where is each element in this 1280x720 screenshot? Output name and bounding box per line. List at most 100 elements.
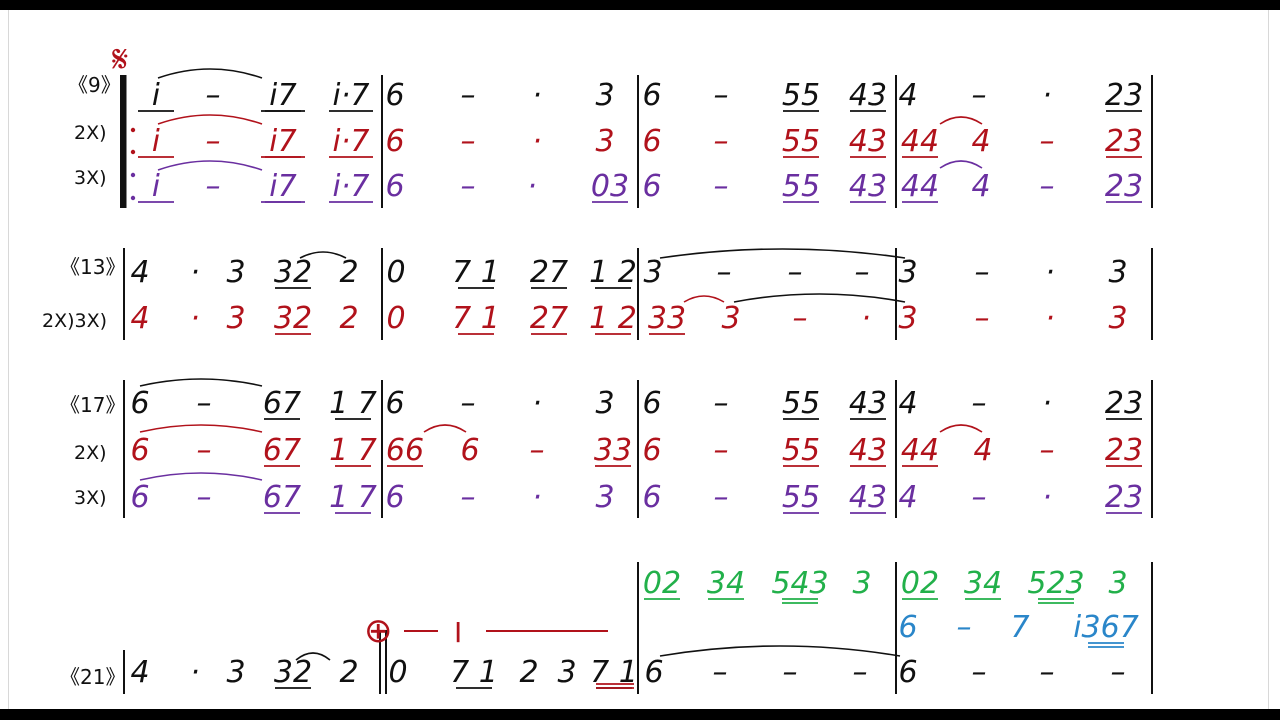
repeat-dot [130,172,136,178]
jianpu-note: 43 [849,433,887,468]
jianpu-note: – [714,169,729,204]
jianpu-note: 6 [644,655,663,690]
jianpu-note: 44 [901,169,939,204]
jianpu-note: 1 7 [329,386,377,421]
tie-slur [939,116,983,125]
jianpu-note: 2 [339,301,358,336]
jianpu-note: – [714,124,729,159]
tie-slur [733,293,906,303]
jianpu-note: – [972,480,987,515]
repeat-label: 3X) [74,487,107,509]
jianpu-note: 43 [849,124,887,159]
jianpu-note: 6 [130,433,149,468]
tie-slur [939,160,983,169]
jianpu-note: 6 [385,480,404,515]
jianpu-note: – [714,78,729,113]
jianpu-note: 02 [901,566,939,601]
jianpu-note: – [972,386,987,421]
score-canvas: 《9》 i̇ – i̇7 i̇·7 6– · 3 6–55 43 4– · 232X) i̇ – i̇7 i̇·… [42,37,1153,694]
jianpu-note: 1 7 [329,480,377,515]
jianpu-note: – [783,655,798,690]
jianpu-note: i̇·7 [333,78,370,113]
jianpu-note: 4 [130,655,149,690]
system-sys17: 《17》 6–67 1 7 6– · 3 6–55 43 4– · 232X) 6–67 1 7 66 6–… [60,386,1143,515]
jianpu-note: 33 [594,433,632,468]
system-sys13: 《13》 4 · 3 32 2 0 7 1 27 1 2 3– – –3– · 32X)3X) 4 · 3 32 2 0… [42,255,1128,336]
jianpu-note: 44 [901,433,939,468]
jianpu-note: 55 [782,386,820,421]
jianpu-note: 34 [707,566,745,601]
jianpu-note: 1 7 [329,433,377,468]
jianpu-note: 3 [898,255,917,290]
jianpu-note: i̇7 [269,78,296,113]
repeat-label: 2X)3X) [42,310,107,332]
jianpu-note: 6 [898,610,917,645]
jianpu-note: 27 [530,255,568,290]
score-page: 《9》 i̇ – i̇7 i̇·7 6– · 3 6–55 43 4– · 23 2X) i̇ – i̇7 i̇·… [0,10,1280,709]
jianpu-note: 67 [263,480,301,515]
jianpu-note: 32 [274,255,312,290]
tie-slur [139,472,263,481]
jianpu-note: – [975,255,990,290]
jianpu-note: 4 [898,78,917,113]
jianpu-note: – [1040,124,1055,159]
measure-number: 《17》 [60,393,125,417]
jianpu-note: i̇·7 [333,124,370,159]
jianpu-note: 0 [386,255,405,290]
jianpu-note: 23 [1105,124,1143,159]
jianpu-note: 2 [339,255,358,290]
jianpu-note: i̇ [152,78,161,113]
jianpu-note: · [527,169,537,204]
jianpu-note: · [190,655,200,690]
jianpu-note: · [532,386,542,421]
jianpu-note: – [975,301,990,336]
volta-roman: I [454,616,462,649]
jianpu-note: 3 [1108,301,1127,336]
jianpu-note: i̇7 [269,169,296,204]
jianpu-note: – [713,655,728,690]
jianpu-note: 523 [1027,566,1084,601]
jianpu-note: 2 [339,655,358,690]
jianpu-note: – [788,255,803,290]
jianpu-note: 3 [852,566,871,601]
jianpu-note: 4 [898,480,917,515]
jianpu-note: · [1045,301,1055,336]
tie-slur [423,424,467,433]
jianpu-note: – [530,433,545,468]
jianpu-note: 6 [385,78,404,113]
jianpu-note: i̇ [152,169,161,204]
jianpu-note: 34 [964,566,1002,601]
jianpu-note: 02 [643,566,681,601]
jianpu-note: – [1040,655,1055,690]
jianpu-note: 3 [226,655,245,690]
repeat-dot [130,127,136,133]
jianpu-note: 6 [385,169,404,204]
tie-slur [139,424,263,433]
jianpu-note: – [714,480,729,515]
jianpu-note: – [853,655,868,690]
jianpu-note: · [532,124,542,159]
jianpu-note: · [1042,480,1052,515]
measure-number: 《21》 [60,665,125,689]
jianpu-note: 6 [898,655,917,690]
jianpu-note: 43 [849,169,887,204]
jianpu-note: 4 [973,433,992,468]
jianpu-note: 3 [226,301,245,336]
jianpu-note: – [461,169,476,204]
jianpu-note: 33 [648,301,686,336]
repeat-dot [130,195,136,201]
tie-slur [139,378,263,387]
jianpu-note: – [714,433,729,468]
jianpu-note: 7 1 [452,255,500,290]
jianpu-note: 4 [971,169,990,204]
jianpu-note: 55 [782,433,820,468]
jianpu-note: 23 [1105,386,1143,421]
jianpu-note: 23 [1105,433,1143,468]
jianpu-note: 32 [274,655,312,690]
jianpu-note: · [190,255,200,290]
jianpu-note: 43 [849,386,887,421]
jianpu-note: 4 [898,386,917,421]
jianpu-note: 67 [263,433,301,468]
jianpu-note: 23 [1105,78,1143,113]
jianpu-note: 4 [130,255,149,290]
